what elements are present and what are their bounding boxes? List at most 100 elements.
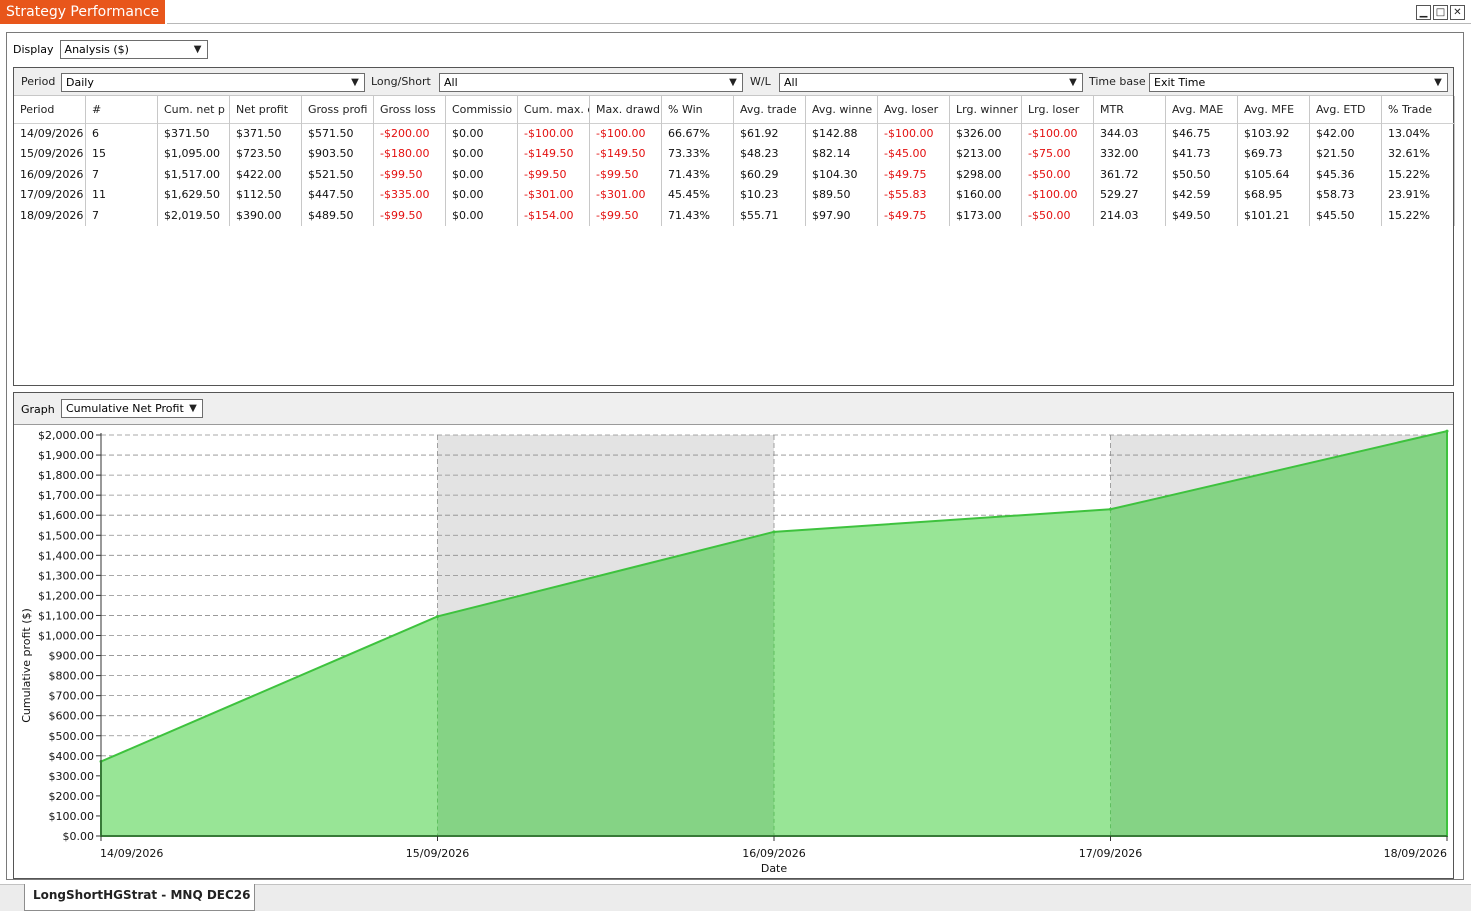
- period-label: Period: [21, 75, 56, 88]
- y-tick-label: $1,500.00: [38, 529, 94, 542]
- column-header[interactable]: Avg. MAE: [1166, 96, 1238, 124]
- area-segment: [774, 509, 1111, 836]
- column-header[interactable]: Avg. ETD: [1310, 96, 1382, 124]
- table-cell: $173.00: [950, 205, 1022, 226]
- y-tick-label: $400.00: [49, 750, 95, 763]
- table-cell: $489.50: [302, 205, 374, 226]
- table-cell: -$50.00: [1022, 205, 1094, 226]
- table-cell: $1,517.00: [158, 164, 230, 186]
- table-cell: -$100.00: [878, 124, 950, 145]
- y-tick-label: $1,300.00: [38, 569, 94, 582]
- maximize-icon[interactable]: □: [1433, 5, 1448, 20]
- graph-toolbar: Graph Cumulative Net Profit ▼: [14, 393, 1453, 425]
- column-header[interactable]: % Win: [662, 96, 734, 124]
- x-tick-label: 17/09/2026: [1079, 847, 1142, 860]
- column-header[interactable]: Cum. max. d: [518, 96, 590, 124]
- column-header[interactable]: Avg. winne: [806, 96, 878, 124]
- display-select-value: Analysis ($): [64, 42, 129, 56]
- column-header[interactable]: Commissio: [446, 96, 518, 124]
- close-icon[interactable]: ✕: [1450, 5, 1465, 20]
- table-row[interactable]: 14/09/2026 6 $371.50 $371.50 $571.50 -$200.00…: [14, 124, 1455, 145]
- y-tick-label: $200.00: [49, 790, 95, 803]
- table-cell: $41.73: [1166, 144, 1238, 165]
- longshort-select[interactable]: All ▼: [439, 73, 743, 92]
- table-cell: 529.27: [1094, 185, 1166, 206]
- table-cell: $213.00: [950, 144, 1022, 165]
- table-cell: $49.50: [1166, 205, 1238, 226]
- column-header[interactable]: Lrg. winner: [950, 96, 1022, 124]
- column-header[interactable]: Cum. net p: [158, 96, 230, 124]
- table-cell: $142.88: [806, 124, 878, 145]
- cumulative-profit-chart: $0.00 $100.00 $200.00 $300.00 $400.00 $500.00…: [20, 429, 1449, 875]
- table-cell: $0.00: [446, 124, 518, 145]
- table-cell: $571.50: [302, 124, 374, 145]
- table-row[interactable]: 17/09/2026 11 $1,629.50 $112.50 $447.50 -$335…: [14, 185, 1455, 206]
- table-cell: $1,095.00: [158, 144, 230, 165]
- column-header[interactable]: #: [86, 96, 158, 124]
- table-cell: 66.67%: [662, 124, 734, 145]
- minimize-icon[interactable]: ▁: [1416, 5, 1431, 20]
- table-cell: -$75.00: [1022, 144, 1094, 165]
- table-cell: $55.71: [734, 205, 806, 226]
- graph-panel: Graph Cumulative Net Profit ▼ $0.00 $100.…: [13, 392, 1454, 879]
- table-cell: 361.72: [1094, 164, 1166, 186]
- x-axis-label: Date: [761, 862, 788, 875]
- graph-select[interactable]: Cumulative Net Profit ▼: [61, 399, 203, 418]
- wl-select[interactable]: All ▼: [779, 73, 1083, 92]
- table-row[interactable]: 18/09/2026 7 $2,019.50 $390.00 $489.50 -$99.5…: [14, 205, 1455, 226]
- table-cell: $45.36: [1310, 164, 1382, 186]
- window-controls: ▁ □ ✕: [1416, 5, 1465, 20]
- column-header[interactable]: Net profit: [230, 96, 302, 124]
- table-row[interactable]: 16/09/2026 7 $1,517.00 $422.00 $521.50 -$99.5…: [14, 164, 1455, 186]
- chevron-down-icon: ▼: [189, 403, 197, 414]
- table-cell: 13.04%: [1382, 124, 1455, 145]
- display-select[interactable]: Analysis ($) ▼: [59, 39, 208, 59]
- table-cell: -$149.50: [518, 144, 590, 165]
- table-cell: -$50.00: [1022, 164, 1094, 186]
- table-cell: -$45.00: [878, 144, 950, 165]
- period-select[interactable]: Daily ▼: [61, 73, 365, 92]
- table-cell: -$180.00: [374, 144, 446, 165]
- column-header[interactable]: Max. drawd: [590, 96, 662, 124]
- table-cell: 6: [86, 124, 158, 145]
- column-header[interactable]: Avg. loser: [878, 96, 950, 124]
- table-cell: -$100.00: [590, 124, 662, 145]
- table-cell: 45.45%: [662, 185, 734, 206]
- table-cell: 7: [86, 164, 158, 186]
- chevron-down-icon: ▼: [351, 77, 359, 88]
- table-cell: -$99.50: [590, 164, 662, 186]
- table-cell: -$200.00: [374, 124, 446, 145]
- column-header[interactable]: Gross loss: [374, 96, 446, 124]
- strategy-tab[interactable]: LongShortHGStrat - MNQ DEC26: [24, 884, 255, 911]
- column-header[interactable]: Lrg. loser: [1022, 96, 1094, 124]
- table-cell: 71.43%: [662, 205, 734, 226]
- longshort-select-value: All: [444, 76, 458, 89]
- column-header[interactable]: % Trade: [1382, 96, 1455, 124]
- y-tick-label: $0.00: [63, 830, 95, 843]
- table-cell: -$100.00: [518, 124, 590, 145]
- display-label: Display: [13, 42, 54, 56]
- table-cell: 15: [86, 144, 158, 165]
- column-header[interactable]: Avg. MFE: [1238, 96, 1310, 124]
- y-tick-label: $600.00: [49, 710, 95, 723]
- data-point: [1445, 429, 1449, 433]
- table-header: Period # Cum. net p Net profit Gross profi Gr…: [14, 96, 1455, 124]
- table-cell: $21.50: [1310, 144, 1382, 165]
- graph-select-value: Cumulative Net Profit: [66, 402, 184, 415]
- column-header[interactable]: MTR: [1094, 96, 1166, 124]
- table-cell: $371.50: [230, 124, 302, 145]
- column-header[interactable]: Gross profi: [302, 96, 374, 124]
- chevron-down-icon: ▼: [193, 43, 202, 55]
- y-tick-label: $1,600.00: [38, 509, 94, 522]
- table-cell: 7: [86, 205, 158, 226]
- column-header[interactable]: Period: [14, 96, 86, 124]
- column-header[interactable]: Avg. trade: [734, 96, 806, 124]
- x-tick-label: 15/09/2026: [406, 847, 469, 860]
- data-point: [436, 614, 439, 618]
- title-bar: Strategy Performance ▁ □ ✕: [0, 0, 1471, 24]
- table-cell: $60.29: [734, 164, 806, 186]
- data-point: [1109, 507, 1112, 511]
- table-row[interactable]: 15/09/2026 15 $1,095.00 $723.50 $903.50 -$180…: [14, 144, 1455, 165]
- timebase-select[interactable]: Exit Time ▼: [1149, 73, 1448, 92]
- table-cell: 23.91%: [1382, 185, 1455, 206]
